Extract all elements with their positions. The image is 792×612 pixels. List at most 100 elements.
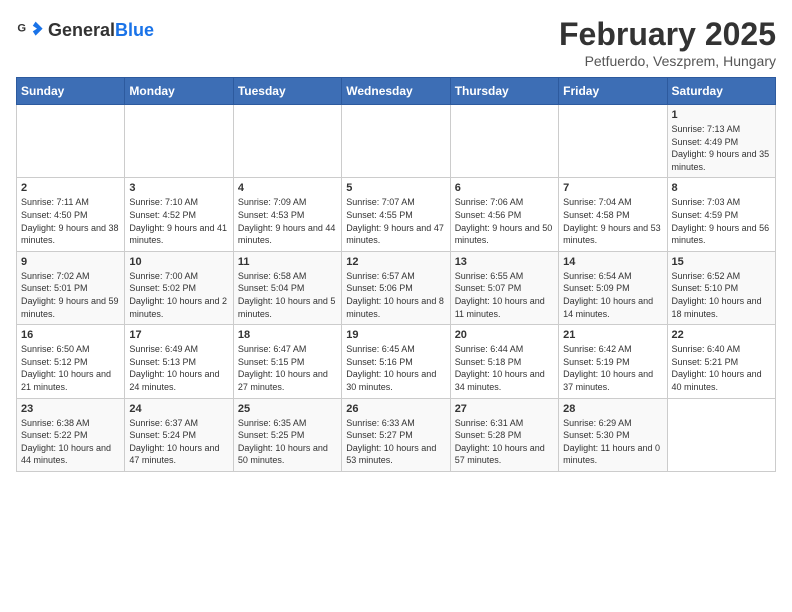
day-info: Sunrise: 6:33 AM Sunset: 5:27 PM Dayligh… bbox=[346, 417, 445, 467]
col-wednesday: Wednesday bbox=[342, 78, 450, 105]
table-row: 13 Sunrise: 6:55 AM Sunset: 5:07 PM Dayli… bbox=[450, 251, 558, 324]
table-row: 20 Sunrise: 6:44 AM Sunset: 5:18 PM Dayli… bbox=[450, 325, 558, 398]
day-number: 2 bbox=[21, 182, 120, 194]
col-saturday: Saturday bbox=[667, 78, 775, 105]
table-row: 28Sunrise: 6:29 AM Sunset: 5:30 PM Dayli… bbox=[559, 398, 667, 471]
calendar-header-row: Sunday Monday Tuesday Wednesday Thursday… bbox=[17, 78, 776, 105]
table-row bbox=[667, 398, 775, 471]
table-row: 19 Sunrise: 6:45 AM Sunset: 5:16 PM Dayli… bbox=[342, 325, 450, 398]
table-row: 3 Sunrise: 7:10 AM Sunset: 4:52 PM Daylig… bbox=[125, 178, 233, 251]
subtitle: Petfuerdo, Veszprem, Hungary bbox=[559, 53, 776, 69]
table-row bbox=[233, 105, 341, 178]
table-row bbox=[342, 105, 450, 178]
day-info: Sunrise: 7:06 AM Sunset: 4:56 PM Dayligh… bbox=[455, 196, 554, 246]
day-number: 10 bbox=[129, 256, 228, 268]
day-info: Sunrise: 6:37 AM Sunset: 5:24 PM Dayligh… bbox=[129, 417, 228, 467]
day-number: 6 bbox=[455, 182, 554, 194]
table-row: 16 Sunrise: 6:50 AM Sunset: 5:12 PM Dayli… bbox=[17, 325, 125, 398]
day-info: Sunrise: 6:58 AM Sunset: 5:04 PM Dayligh… bbox=[238, 270, 337, 320]
day-number: 20 bbox=[455, 329, 554, 341]
table-row: 11 Sunrise: 6:58 AM Sunset: 5:04 PM Dayli… bbox=[233, 251, 341, 324]
table-row: 8 Sunrise: 7:03 AM Sunset: 4:59 PM Daylig… bbox=[667, 178, 775, 251]
table-row: 26Sunrise: 6:33 AM Sunset: 5:27 PM Dayli… bbox=[342, 398, 450, 471]
day-number: 8 bbox=[672, 182, 771, 194]
col-thursday: Thursday bbox=[450, 78, 558, 105]
table-row: 18 Sunrise: 6:47 AM Sunset: 5:15 PM Dayli… bbox=[233, 325, 341, 398]
day-number: 7 bbox=[563, 182, 662, 194]
day-number: 14 bbox=[563, 256, 662, 268]
day-info: Sunrise: 7:04 AM Sunset: 4:58 PM Dayligh… bbox=[563, 196, 662, 246]
logo-text-general: General bbox=[48, 20, 115, 40]
day-number: 22 bbox=[672, 329, 771, 341]
table-row: 1 Sunrise: 7:13 AM Sunset: 4:49 PM Daylig… bbox=[667, 105, 775, 178]
day-info: Sunrise: 6:54 AM Sunset: 5:09 PM Dayligh… bbox=[563, 270, 662, 320]
col-friday: Friday bbox=[559, 78, 667, 105]
table-row bbox=[17, 105, 125, 178]
day-info: Sunrise: 6:38 AM Sunset: 5:22 PM Dayligh… bbox=[21, 417, 120, 467]
col-sunday: Sunday bbox=[17, 78, 125, 105]
day-number: 18 bbox=[238, 329, 337, 341]
day-info: Sunrise: 6:31 AM Sunset: 5:28 PM Dayligh… bbox=[455, 417, 554, 467]
day-number: 16 bbox=[21, 329, 120, 341]
day-number: 23 bbox=[21, 403, 120, 415]
day-number: 9 bbox=[21, 256, 120, 268]
table-row: 21 Sunrise: 6:42 AM Sunset: 5:19 PM Dayli… bbox=[559, 325, 667, 398]
day-info: Sunrise: 6:49 AM Sunset: 5:13 PM Dayligh… bbox=[129, 343, 228, 393]
day-info: Sunrise: 7:02 AM Sunset: 5:01 PM Dayligh… bbox=[21, 270, 120, 320]
svg-text:G: G bbox=[17, 22, 26, 34]
calendar-week-row: 2 Sunrise: 7:11 AM Sunset: 4:50 PM Daylig… bbox=[17, 178, 776, 251]
day-info: Sunrise: 6:42 AM Sunset: 5:19 PM Dayligh… bbox=[563, 343, 662, 393]
table-row: 24 Sunrise: 6:37 AM Sunset: 5:24 PM Dayli… bbox=[125, 398, 233, 471]
day-info: Sunrise: 6:35 AM Sunset: 5:25 PM Dayligh… bbox=[238, 417, 337, 467]
page-header: G GeneralBlue February 2025 Petfuerdo, V… bbox=[16, 16, 776, 69]
table-row: 17 Sunrise: 6:49 AM Sunset: 5:13 PM Dayli… bbox=[125, 325, 233, 398]
day-number: 17 bbox=[129, 329, 228, 341]
day-number: 12 bbox=[346, 256, 445, 268]
day-info: Sunrise: 7:07 AM Sunset: 4:55 PM Dayligh… bbox=[346, 196, 445, 246]
day-number: 3 bbox=[129, 182, 228, 194]
day-number: 24 bbox=[129, 403, 228, 415]
day-info: Sunrise: 7:13 AM Sunset: 4:49 PM Dayligh… bbox=[672, 123, 771, 173]
table-row: 10 Sunrise: 7:00 AM Sunset: 5:02 PM Dayli… bbox=[125, 251, 233, 324]
table-row: 9 Sunrise: 7:02 AM Sunset: 5:01 PM Daylig… bbox=[17, 251, 125, 324]
table-row: 27 Sunrise: 6:31 AM Sunset: 5:28 PM Dayli… bbox=[450, 398, 558, 471]
calendar-week-row: 1 Sunrise: 7:13 AM Sunset: 4:49 PM Daylig… bbox=[17, 105, 776, 178]
table-row: 14 Sunrise: 6:54 AM Sunset: 5:09 PM Dayli… bbox=[559, 251, 667, 324]
table-row: 12Sunrise: 6:57 AM Sunset: 5:06 PM Dayli… bbox=[342, 251, 450, 324]
day-info: Sunrise: 6:50 AM Sunset: 5:12 PM Dayligh… bbox=[21, 343, 120, 393]
day-info: Sunrise: 6:52 AM Sunset: 5:10 PM Dayligh… bbox=[672, 270, 771, 320]
day-number: 1 bbox=[672, 109, 771, 121]
day-info: Sunrise: 6:47 AM Sunset: 5:15 PM Dayligh… bbox=[238, 343, 337, 393]
day-number: 27 bbox=[455, 403, 554, 415]
calendar-week-row: 23 Sunrise: 6:38 AM Sunset: 5:22 PM Dayli… bbox=[17, 398, 776, 471]
day-info: Sunrise: 6:40 AM Sunset: 5:21 PM Dayligh… bbox=[672, 343, 771, 393]
col-tuesday: Tuesday bbox=[233, 78, 341, 105]
day-number: 5 bbox=[346, 182, 445, 194]
day-number: 11 bbox=[238, 256, 337, 268]
logo-icon: G bbox=[16, 16, 44, 44]
table-row: 25Sunrise: 6:35 AM Sunset: 5:25 PM Dayli… bbox=[233, 398, 341, 471]
day-number: 13 bbox=[455, 256, 554, 268]
day-info: Sunrise: 6:55 AM Sunset: 5:07 PM Dayligh… bbox=[455, 270, 554, 320]
calendar-week-row: 9 Sunrise: 7:02 AM Sunset: 5:01 PM Daylig… bbox=[17, 251, 776, 324]
day-number: 19 bbox=[346, 329, 445, 341]
day-number: 21 bbox=[563, 329, 662, 341]
day-info: Sunrise: 7:11 AM Sunset: 4:50 PM Dayligh… bbox=[21, 196, 120, 246]
col-monday: Monday bbox=[125, 78, 233, 105]
day-info: Sunrise: 7:00 AM Sunset: 5:02 PM Dayligh… bbox=[129, 270, 228, 320]
table-row bbox=[450, 105, 558, 178]
day-info: Sunrise: 7:10 AM Sunset: 4:52 PM Dayligh… bbox=[129, 196, 228, 246]
day-info: Sunrise: 6:44 AM Sunset: 5:18 PM Dayligh… bbox=[455, 343, 554, 393]
table-row: 5 Sunrise: 7:07 AM Sunset: 4:55 PM Daylig… bbox=[342, 178, 450, 251]
table-row: 15 Sunrise: 6:52 AM Sunset: 5:10 PM Dayli… bbox=[667, 251, 775, 324]
main-title: February 2025 bbox=[559, 16, 776, 53]
day-info: Sunrise: 7:09 AM Sunset: 4:53 PM Dayligh… bbox=[238, 196, 337, 246]
day-number: 4 bbox=[238, 182, 337, 194]
day-number: 28 bbox=[563, 403, 662, 415]
table-row: 7 Sunrise: 7:04 AM Sunset: 4:58 PM Daylig… bbox=[559, 178, 667, 251]
day-info: Sunrise: 6:45 AM Sunset: 5:16 PM Dayligh… bbox=[346, 343, 445, 393]
day-info: Sunrise: 7:03 AM Sunset: 4:59 PM Dayligh… bbox=[672, 196, 771, 246]
table-row: 23 Sunrise: 6:38 AM Sunset: 5:22 PM Dayli… bbox=[17, 398, 125, 471]
day-number: 15 bbox=[672, 256, 771, 268]
table-row bbox=[125, 105, 233, 178]
